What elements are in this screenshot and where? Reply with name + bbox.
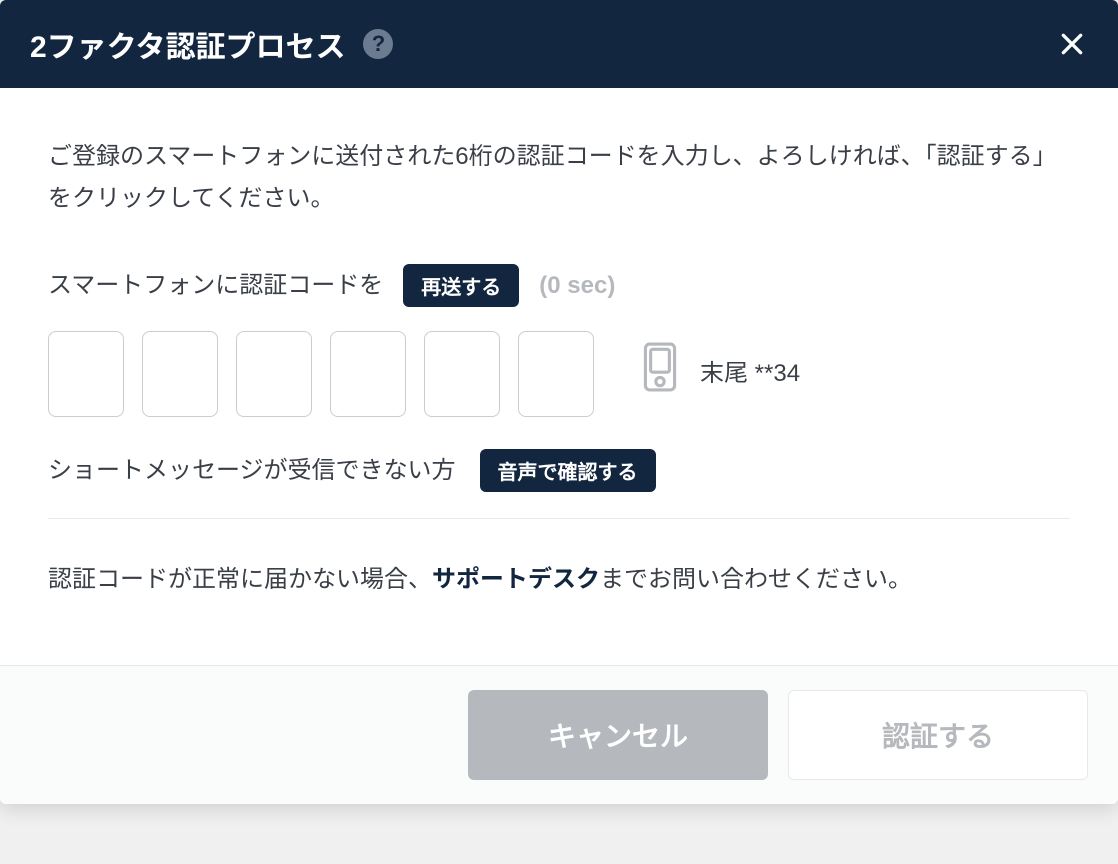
two-factor-modal: 2ファクタ認証プロセス ? ご登録のスマートフォンに送付された6桁の認証コードを…	[0, 0, 1118, 804]
code-digit-6[interactable]	[518, 331, 594, 417]
voice-row: ショートメッセージが受信できない方 音声で確認する	[48, 449, 1070, 492]
resend-button[interactable]: 再送する	[403, 264, 519, 307]
code-digit-1[interactable]	[48, 331, 124, 417]
code-digit-4[interactable]	[330, 331, 406, 417]
resend-label: スマートフォンに認証コードを	[48, 265, 383, 307]
close-icon[interactable]	[1056, 28, 1088, 60]
cancel-button[interactable]: キャンセル	[468, 690, 768, 780]
code-digit-2[interactable]	[142, 331, 218, 417]
help-icon[interactable]: ?	[363, 29, 393, 59]
resend-row: スマートフォンに認証コードを 再送する (0 sec)	[48, 264, 1070, 307]
modal-title: 2ファクタ認証プロセス	[30, 22, 345, 66]
modal-header: 2ファクタ認証プロセス ?	[0, 0, 1118, 88]
modal-body: ご登録のスマートフォンに送付された6桁の認証コードを入力し、よろしければ、「認証…	[0, 88, 1118, 665]
support-desk-link[interactable]: サポートデスク	[432, 566, 600, 593]
phone-info: 末尾 **34	[638, 341, 800, 407]
support-suffix: までお問い合わせください。	[600, 566, 912, 593]
code-inputs	[48, 331, 594, 417]
support-text: 認証コードが正常に届かない場合、サポートデスクまでお問い合わせください。	[48, 559, 1070, 601]
modal-footer: キャンセル 認証する	[0, 665, 1118, 804]
support-prefix: 認証コードが正常に届かない場合、	[48, 566, 432, 593]
voice-label: ショートメッセージが受信できない方	[48, 450, 456, 492]
phone-icon	[638, 341, 682, 407]
resend-countdown: (0 sec)	[539, 265, 615, 307]
divider	[48, 518, 1070, 519]
voice-confirm-button[interactable]: 音声で確認する	[480, 449, 656, 492]
confirm-button[interactable]: 認証する	[788, 690, 1088, 780]
modal-title-wrap: 2ファクタ認証プロセス ?	[30, 22, 393, 66]
masked-phone-text: 末尾 **34	[700, 353, 800, 395]
code-digit-3[interactable]	[236, 331, 312, 417]
instruction-text: ご登録のスマートフォンに送付された6桁の認証コードを入力し、よろしければ、「認証…	[48, 136, 1070, 220]
code-row: 末尾 **34	[48, 331, 1070, 417]
code-digit-5[interactable]	[424, 331, 500, 417]
